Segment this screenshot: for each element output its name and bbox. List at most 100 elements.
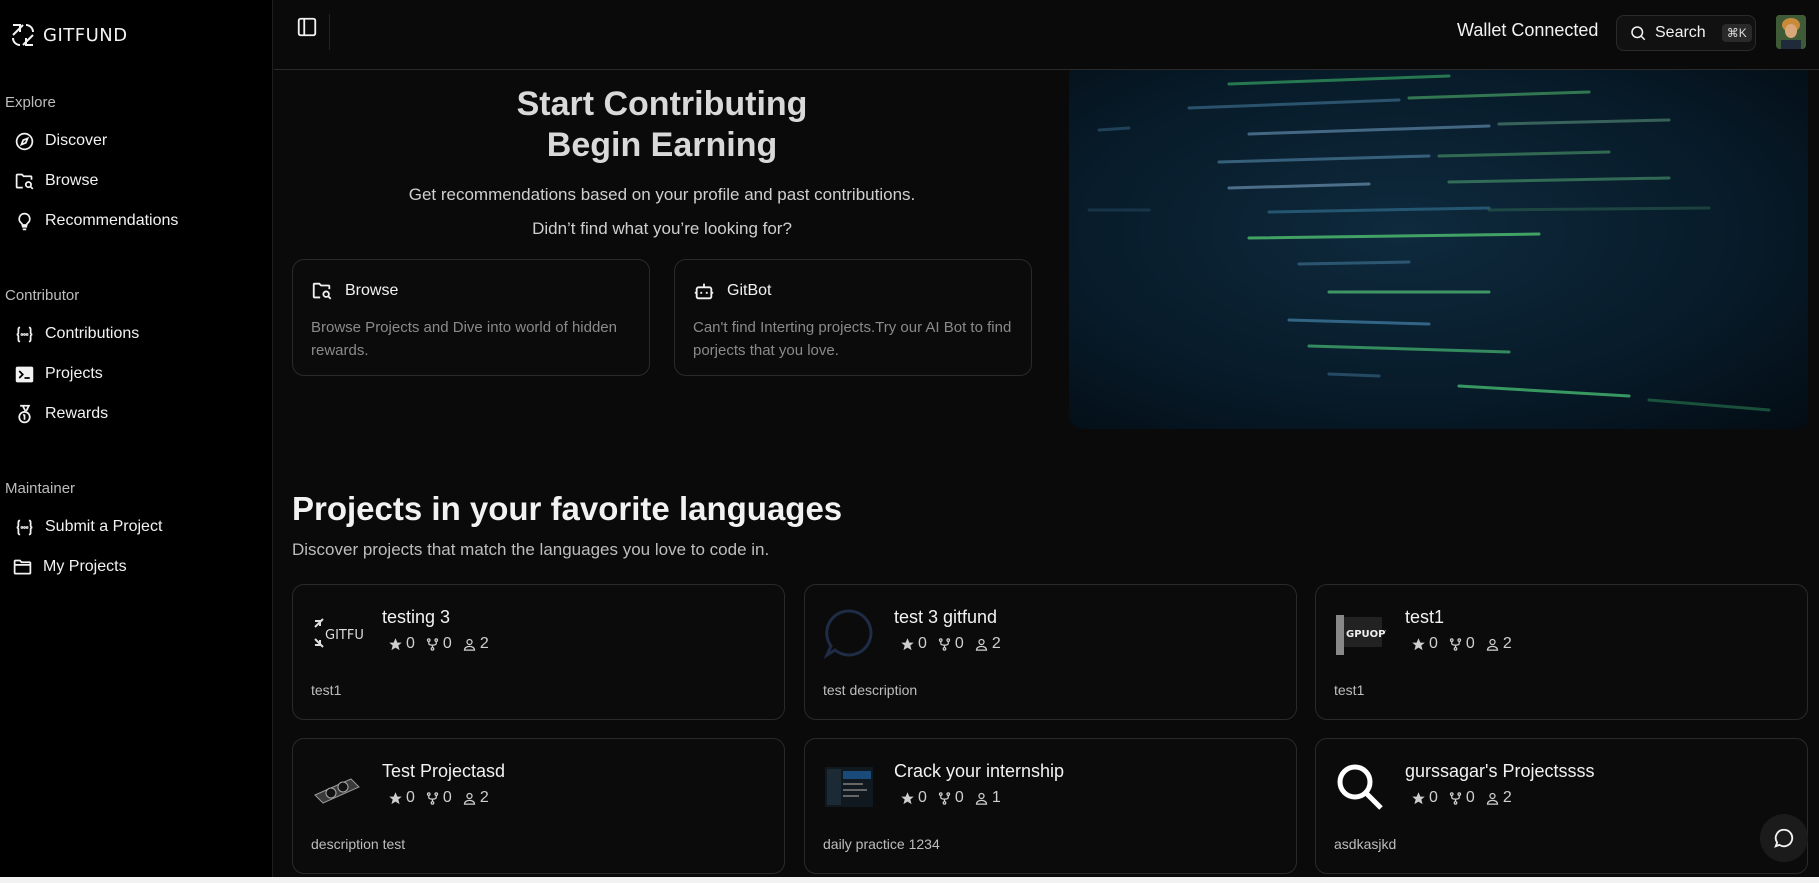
folder-search-icon [15, 173, 34, 190]
project-description: description test [311, 836, 406, 852]
sidebar: GITFUND Explore Discover Browse Recommen… [0, 0, 273, 877]
project-stats: 0 0 1 [900, 789, 1001, 807]
section-title: Projects in your favorite languages [292, 490, 843, 527]
contributor-count: 2 [479, 789, 489, 806]
hero-title-line1: Start Contributing [516, 85, 808, 123]
braces-icon [16, 519, 33, 535]
star-count: 0 [406, 635, 415, 652]
nav-explore: Explore Discover Browse Recommendations [0, 94, 273, 241]
browse-card[interactable]: Browse Browse Projects and Dive into wor… [292, 259, 650, 376]
star-count: 0 [406, 789, 415, 806]
project-card[interactable]: gurssagar's Projectssss 0 0 2 asdkasjkd [1315, 738, 1808, 874]
sidebar-item-submit-project[interactable]: Submit a Project [0, 507, 273, 547]
sidebar-item-browse[interactable]: Browse [0, 161, 273, 201]
sidebar-toggle-icon[interactable] [296, 16, 318, 38]
project-name: test1 [1405, 607, 1445, 627]
project-description: asdkasjkd [1334, 836, 1397, 852]
brand-logo[interactable]: GITFUND [10, 22, 128, 48]
brand-name: GITFUND [43, 24, 128, 46]
header-divider [329, 14, 330, 50]
nav-contributor: Contributor Contributions Projects Rewar… [0, 287, 273, 434]
svg-text:GPUOPTM: GPUOPTM [1346, 629, 1386, 640]
fork-icon [426, 791, 439, 805]
chat-icon [1774, 828, 1794, 848]
browse-card-description: Browse Projects and Dive into world of h… [311, 319, 617, 359]
project-name: testing 3 [382, 607, 451, 627]
star-icon [389, 637, 402, 650]
medal-icon [18, 404, 31, 423]
sidebar-item-label: Discover [45, 132, 108, 149]
project-description: test1 [1334, 682, 1365, 698]
star-icon [1412, 791, 1425, 804]
wallet-status[interactable]: Wallet Connected [1457, 20, 1598, 41]
sidebar-item-projects[interactable]: Projects [0, 354, 273, 394]
star-count: 0 [1429, 789, 1438, 806]
fork-count: 0 [442, 635, 452, 652]
project-stats: 0 0 2 [1411, 635, 1512, 653]
fork-count: 0 [1465, 635, 1475, 652]
sidebar-item-label: Recommendations [45, 212, 179, 229]
project-name: test 3 gitfund [894, 607, 998, 627]
svg-text:GITFUND: GITFUND [325, 628, 363, 643]
project-stats: 0 0 2 [388, 635, 489, 653]
project-card[interactable]: test 3 gitfund 0 0 2 test description [804, 584, 1297, 720]
sidebar-item-label: Contributions [45, 325, 140, 342]
fork-icon [1449, 791, 1462, 805]
hero-prompt: Didn’t find what you’re looking for? [532, 219, 792, 238]
avatar-image-icon [1776, 15, 1806, 49]
sidebar-item-rewards[interactable]: Rewards [0, 394, 273, 434]
chat-button[interactable] [1760, 814, 1808, 862]
project-description: test1 [311, 682, 342, 698]
gitfund-logo-icon [12, 24, 34, 46]
user-icon [975, 792, 987, 805]
user-icon [463, 638, 475, 651]
project-card[interactable]: GITFUND testing 3 0 0 2 test1 [292, 584, 785, 720]
sidebar-item-recommendations[interactable]: Recommendations [0, 201, 273, 241]
star-icon [389, 791, 402, 804]
user-icon [463, 792, 475, 805]
chat-bubble-thumb-icon [823, 609, 873, 659]
project-card[interactable]: Test Projectasd 0 0 2 description test [292, 738, 785, 874]
folder-search-icon [312, 282, 332, 300]
lightbulb-icon [18, 212, 31, 230]
search-button[interactable]: Search ⌘K [1616, 15, 1756, 51]
user-icon [975, 638, 987, 651]
project-stats: 0 0 2 [388, 789, 489, 807]
sidebar-item-contributions[interactable]: Contributions [0, 314, 273, 354]
project-stats: 0 0 2 [900, 635, 1001, 653]
contributor-count: 1 [991, 789, 1001, 806]
fork-icon [938, 637, 951, 651]
star-icon [901, 637, 914, 650]
braces-icon [16, 326, 33, 342]
compass-icon [15, 132, 34, 150]
gitbot-card[interactable]: GitBot Can't find Interting projects.Try… [674, 259, 1032, 376]
sidebar-item-discover[interactable]: Discover [0, 121, 273, 161]
sidebar-item-my-projects[interactable]: My Projects [0, 547, 273, 587]
project-card[interactable]: Crack your internship 0 0 1 daily practi… [804, 738, 1297, 874]
user-avatar[interactable] [1776, 15, 1806, 49]
project-name: Crack your internship [894, 761, 1065, 781]
code-screen-image-icon [1069, 70, 1808, 429]
hero-subtitle: Get recommendations based on your profil… [408, 185, 916, 204]
star-icon [901, 791, 914, 804]
hero-title: Start Contributing Begin Earning [292, 84, 1032, 166]
screenshot-thumb-icon [825, 767, 873, 807]
fork-count: 0 [954, 789, 964, 806]
sidebar-item-label: Browse [45, 172, 99, 189]
window-bottom-edge [0, 877, 1819, 883]
gitbot-card-title: GitBot [727, 282, 772, 299]
fork-icon [1449, 637, 1462, 651]
contributor-count: 2 [1502, 635, 1512, 652]
project-stats: 0 0 2 [1411, 789, 1512, 807]
user-icon [1486, 638, 1498, 651]
sidebar-item-label: Submit a Project [45, 518, 163, 535]
nav-section-title: Contributor [5, 287, 80, 304]
project-card[interactable]: GPUOPTM test1 0 0 2 test1 [1315, 584, 1808, 720]
contributor-count: 2 [1502, 789, 1512, 806]
fork-icon [938, 791, 951, 805]
search-shortcut: ⌘K [1721, 24, 1752, 42]
fork-count: 0 [442, 789, 452, 806]
fork-count: 0 [1465, 789, 1475, 806]
gitbot-card-description: Can't find Interting projects.Try our AI… [693, 319, 1012, 359]
sidebar-item-label: My Projects [43, 558, 127, 575]
